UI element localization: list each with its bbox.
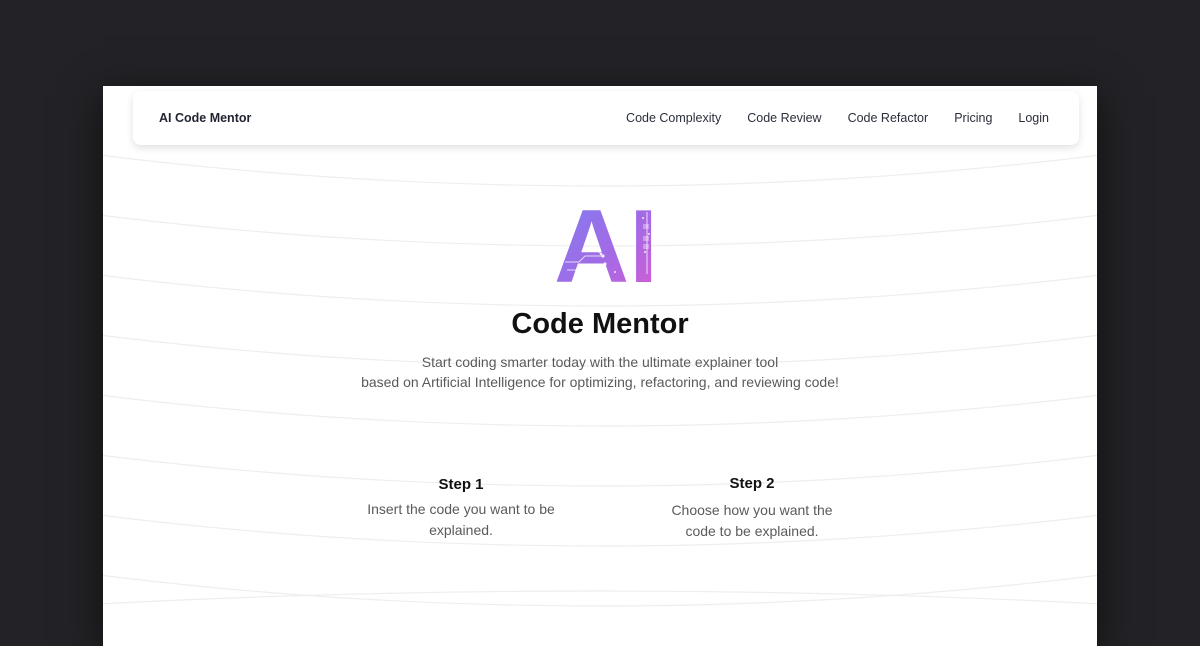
nav-link-pricing[interactable]: Pricing (954, 111, 992, 125)
step-2-text: Choose how you want the code to be expla… (642, 500, 862, 541)
step-2-text-line-2: code to be explained. (685, 522, 819, 539)
step-2: Step 2 Choose how you want the code to b… (642, 475, 862, 541)
nav-link-code-review[interactable]: Code Review (747, 111, 821, 125)
page-title: Code Mentor (511, 308, 689, 340)
ai-logo: AI (555, 204, 657, 284)
ai-logo-text: AI (555, 204, 657, 284)
step-1-text: Insert the code you want to be explained… (351, 499, 571, 540)
nav-link-code-refactor[interactable]: Code Refactor (848, 111, 929, 125)
step-2-title: Step 2 (729, 475, 775, 492)
hero-subtitle: Start coding smarter today with the ulti… (103, 352, 1097, 392)
top-navbar: AI Code Mentor Code Complexity Code Revi… (133, 91, 1079, 145)
step-1-text-line-2: explained. (429, 521, 493, 538)
hero-subtitle-line-1: Start coding smarter today with the ulti… (421, 354, 779, 370)
nav-link-code-complexity[interactable]: Code Complexity (626, 111, 721, 125)
step-1-text-line-1: Insert the code you want to be (367, 501, 555, 517)
nav-links: Code Complexity Code Review Code Refacto… (600, 111, 1049, 125)
nav-link-login[interactable]: Login (1018, 111, 1049, 125)
step-2-text-line-1: Choose how you want the (671, 502, 833, 518)
step-1-title: Step 1 (438, 476, 484, 493)
hero-subtitle-line-2: based on Artificial Intelligence for opt… (361, 374, 839, 390)
step-1: Step 1 Insert the code you want to be ex… (351, 476, 571, 540)
app-window: AI Code Mentor Code Complexity Code Revi… (103, 86, 1097, 646)
brand-link[interactable]: AI Code Mentor (159, 111, 251, 125)
